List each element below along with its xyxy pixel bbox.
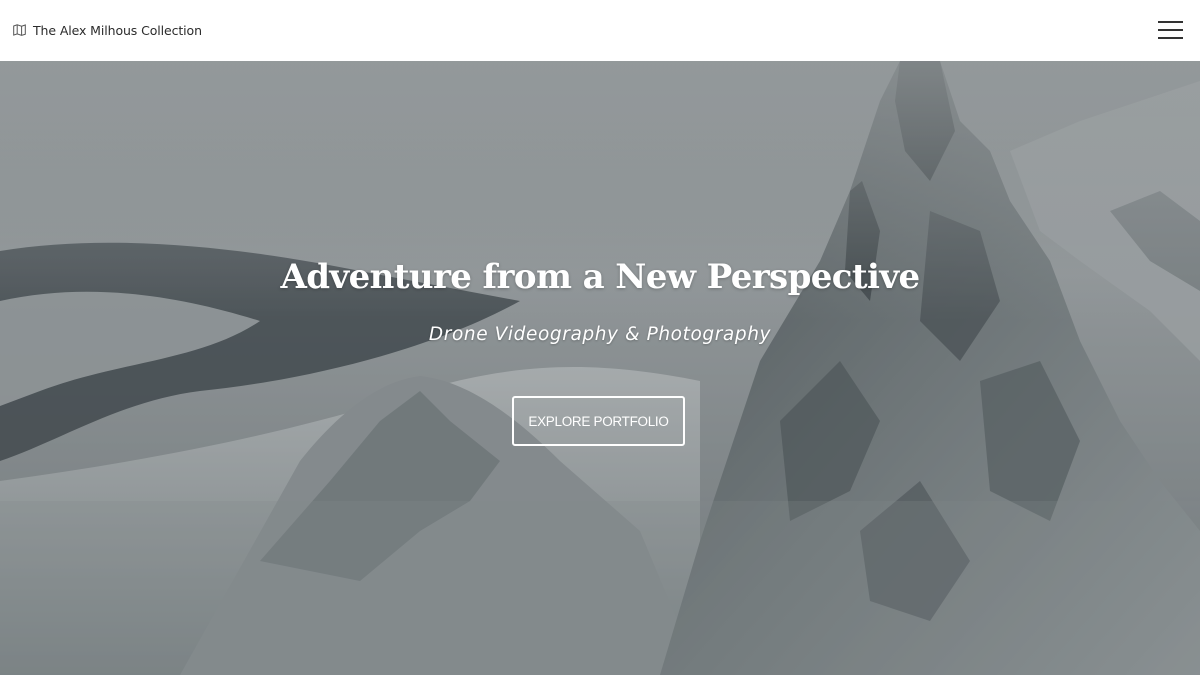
explore-portfolio-button[interactable]: EXPLORE PORTFOLIO — [512, 396, 685, 446]
brand-title: The Alex Milhous Collection — [33, 23, 202, 38]
top-navbar: The Alex Milhous Collection — [0, 0, 1200, 61]
hero-section: Adventure from a New Perspective Drone V… — [0, 61, 1200, 675]
brand-link[interactable]: The Alex Milhous Collection — [13, 23, 202, 38]
hero-subtitle: Drone Videography & Photography — [428, 324, 772, 345]
hamburger-menu-icon[interactable] — [1158, 19, 1184, 39]
hero-content: Adventure from a New Perspective Drone V… — [0, 61, 1200, 675]
menu-bar — [1158, 28, 1183, 31]
menu-bar — [1158, 36, 1183, 39]
hero-title: Adventure from a New Perspective — [280, 257, 920, 297]
map-icon — [13, 23, 26, 36]
menu-bar — [1158, 20, 1183, 23]
